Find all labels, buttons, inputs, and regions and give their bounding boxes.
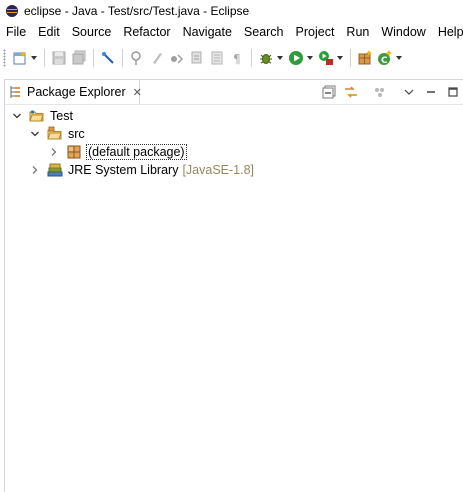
minimize-icon[interactable] [423, 84, 439, 100]
jre-version-decoration: [JavaSE-1.8] [182, 163, 255, 177]
package-icon [66, 144, 82, 160]
tree-item-default-package[interactable]: (default package) [48, 143, 187, 161]
toggle-mark-occurrences-icon[interactable] [149, 50, 165, 66]
save-all-icon[interactable] [71, 50, 87, 66]
menu-navigate[interactable]: Navigate [177, 25, 238, 39]
package-explorer-icon [9, 84, 23, 100]
new-java-class-icon[interactable]: C [377, 50, 393, 66]
maximize-icon[interactable] [445, 84, 461, 100]
open-type-icon[interactable] [209, 50, 225, 66]
menu-refactor[interactable]: Refactor [117, 25, 176, 39]
tree-item-jre-library[interactable]: JRE System Library [JavaSE-1.8] [29, 161, 254, 179]
link-with-editor-icon[interactable] [343, 84, 359, 100]
previous-annotation-icon[interactable] [189, 50, 205, 66]
tree-item-label: src [68, 127, 85, 141]
view-tab-bar: Package Explorer ✕ [5, 80, 463, 105]
external-tools-icon[interactable] [318, 50, 334, 66]
toolbar-separator [44, 49, 45, 67]
show-whitespace-icon[interactable]: ¶ [229, 50, 245, 66]
tree-item-label: JRE System Library [68, 163, 179, 177]
toolbar-separator [251, 49, 252, 67]
menu-file[interactable]: File [0, 25, 32, 39]
view-menu-icon[interactable] [401, 84, 417, 100]
toolbar-separator [122, 49, 123, 67]
skip-breakpoints-icon[interactable] [129, 50, 145, 66]
new-wizard-icon[interactable] [12, 50, 28, 66]
toolbar-separator [93, 49, 94, 67]
tab-package-explorer[interactable]: Package Explorer ✕ [5, 80, 142, 104]
title-bar: eclipse - Java - Test/src/Test.java - Ec… [0, 0, 463, 22]
java-project-icon [29, 108, 45, 124]
collapse-all-icon[interactable] [321, 84, 337, 100]
menu-project[interactable]: Project [290, 25, 341, 39]
tab-label: Package Explorer [27, 85, 126, 99]
new-java-class-dropdown[interactable] [395, 50, 403, 66]
close-icon[interactable]: ✕ [133, 86, 142, 99]
svg-text:C: C [381, 56, 388, 66]
tree-item-label: Test [50, 109, 73, 123]
window-title: eclipse - Java - Test/src/Test.java - Ec… [24, 4, 250, 18]
tree-item-src[interactable]: src [29, 125, 85, 143]
run-icon[interactable] [288, 50, 304, 66]
tree-item-project-test[interactable]: Test [11, 107, 73, 125]
chevron-down-icon[interactable] [29, 128, 41, 140]
menu-bar: File Edit Source Refactor Navigate Searc… [0, 22, 463, 42]
chevron-right-icon[interactable] [29, 164, 41, 176]
menu-edit[interactable]: Edit [32, 25, 66, 39]
new-java-package-icon[interactable] [357, 50, 373, 66]
svg-text:¶: ¶ [233, 52, 241, 66]
tree-item-label: (default package) [86, 144, 187, 160]
menu-search[interactable]: Search [238, 25, 290, 39]
menu-help[interactable]: Help [432, 25, 463, 39]
external-tools-dropdown[interactable] [336, 50, 344, 66]
package-explorer-view: Package Explorer ✕ Test src (default pac… [4, 79, 463, 492]
chevron-right-icon[interactable] [48, 146, 60, 158]
new-wizard-dropdown[interactable] [30, 50, 38, 66]
run-dropdown[interactable] [306, 50, 314, 66]
toolbar-separator [350, 49, 351, 67]
toolbar-grip[interactable] [3, 49, 6, 67]
focus-active-task-icon[interactable] [372, 84, 388, 100]
next-annotation-icon[interactable] [169, 50, 185, 66]
source-folder-icon [47, 126, 63, 142]
menu-source[interactable]: Source [66, 25, 118, 39]
save-icon[interactable] [51, 50, 67, 66]
eclipse-logo-icon [6, 5, 18, 17]
main-toolbar: ¶ C [0, 45, 463, 71]
toggle-breadcrumb-icon[interactable] [100, 50, 116, 66]
debug-icon[interactable] [258, 50, 274, 66]
chevron-down-icon[interactable] [11, 110, 23, 122]
debug-dropdown[interactable] [276, 50, 284, 66]
menu-window[interactable]: Window [375, 25, 431, 39]
view-actions [318, 80, 463, 104]
menu-run[interactable]: Run [340, 25, 375, 39]
library-icon [47, 162, 63, 178]
